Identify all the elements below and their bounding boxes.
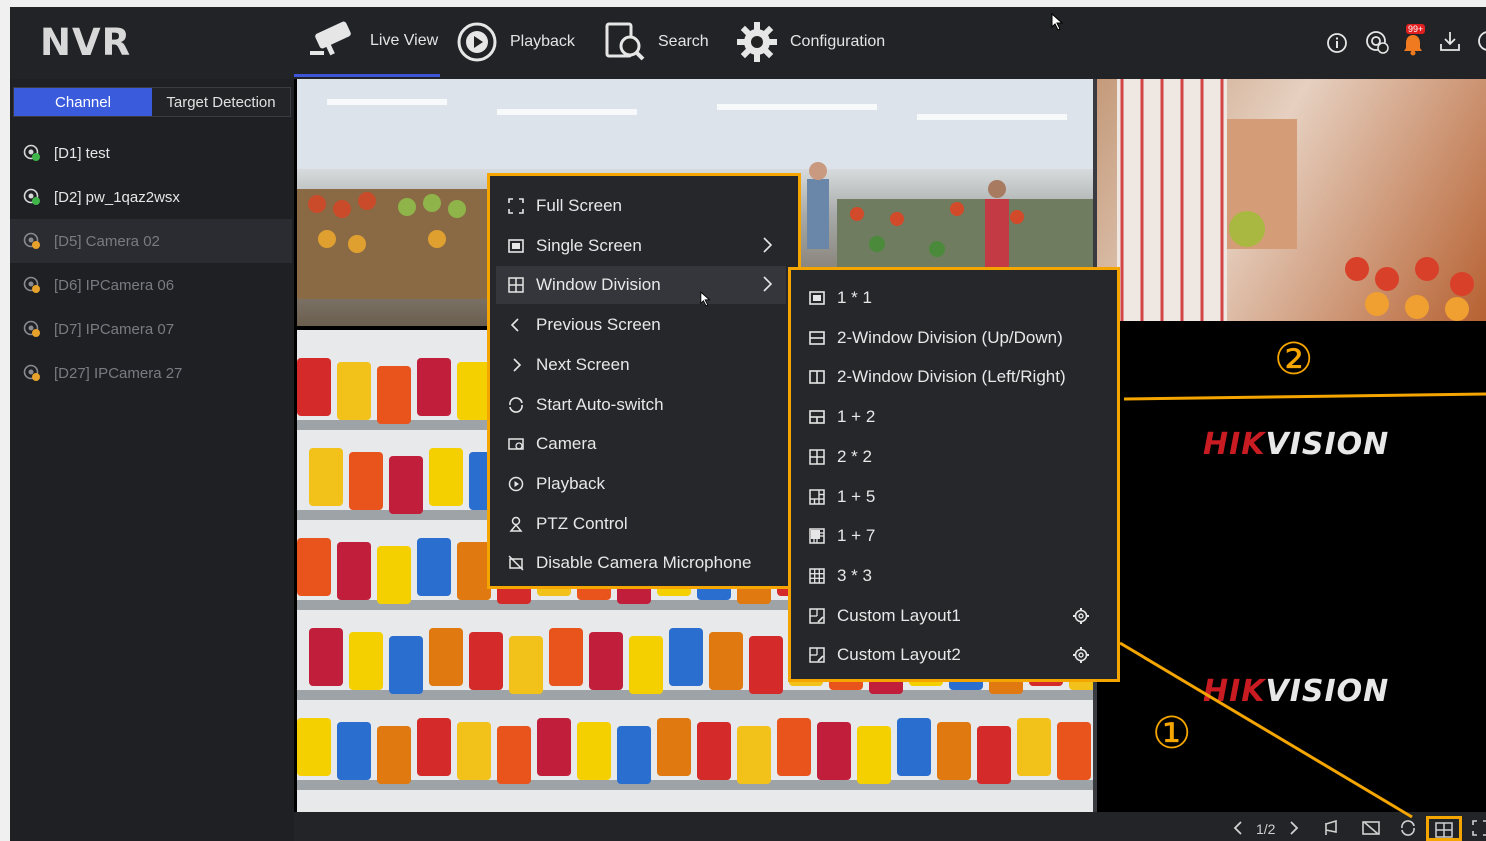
callout-one: ①: [1152, 708, 1192, 759]
nvr-app: NVR Live View Playback Search Configurat…: [10, 7, 1486, 841]
callout-two: ②: [1274, 334, 1314, 385]
annotation-lines: [1119, 392, 1486, 819]
